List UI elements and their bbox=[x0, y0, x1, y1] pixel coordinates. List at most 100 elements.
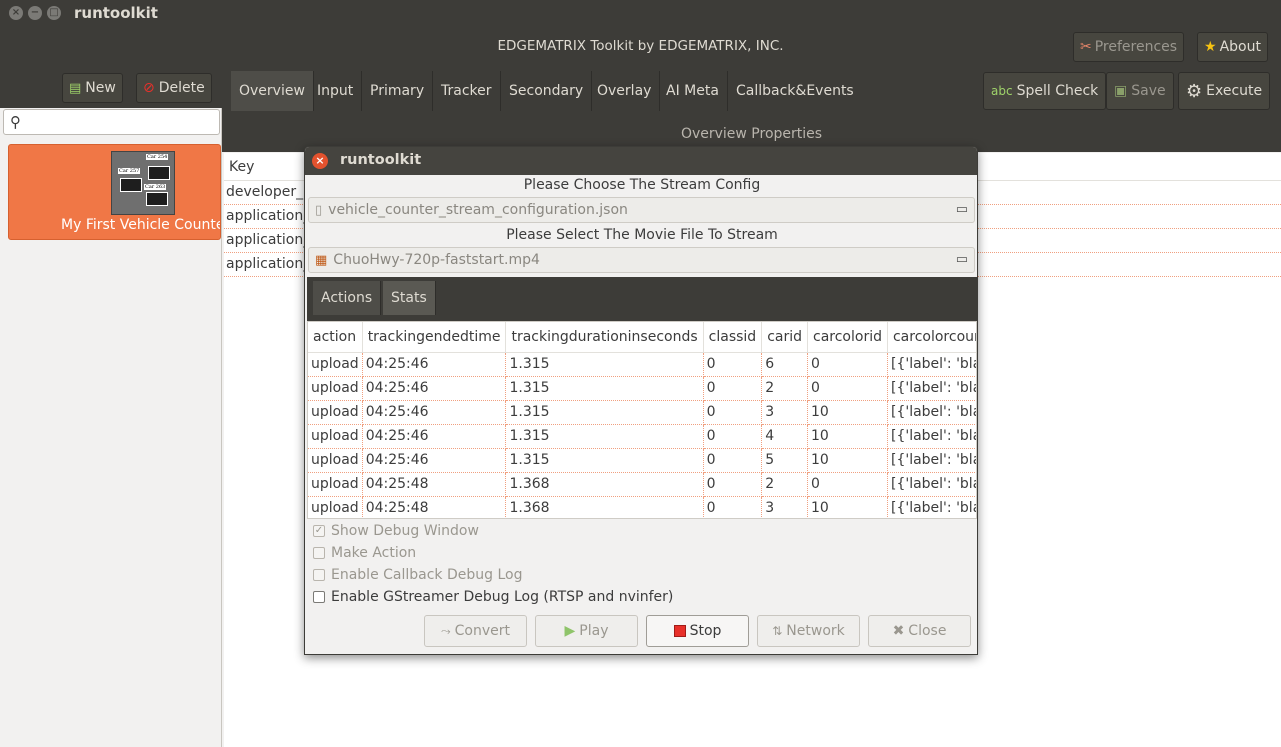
window-maximize-icon[interactable]: □ bbox=[47, 6, 61, 20]
column-header[interactable]: trackingdurationinseconds bbox=[505, 322, 704, 353]
tab-input[interactable]: Input bbox=[309, 71, 363, 111]
table-cell: [{'label': 'blac bbox=[887, 400, 976, 425]
table-cell: 3 bbox=[761, 496, 808, 518]
window-minimize-icon[interactable]: − bbox=[28, 6, 42, 20]
thumb-car bbox=[148, 166, 170, 180]
tab-stats[interactable]: Stats bbox=[383, 281, 436, 315]
project-card[interactable]: Car 254 Car 257 Car 263 My First Vehicle… bbox=[8, 144, 221, 240]
column-header[interactable]: carcolorid bbox=[807, 322, 888, 353]
open-file-icon[interactable]: ▭ bbox=[956, 202, 968, 217]
tab-actions[interactable]: Actions bbox=[313, 281, 382, 315]
table-row[interactable]: upload04:25:461.3150410[{'label': 'blac bbox=[308, 424, 976, 449]
tab-callback-events[interactable]: Callback&Events bbox=[728, 71, 862, 111]
thumb-tag: Car 257 bbox=[118, 168, 141, 174]
movie-file-chooser[interactable]: ▦ ChuoHwy-720p-faststart.mp4 ▭ bbox=[308, 247, 975, 273]
tab-tracker[interactable]: Tracker bbox=[433, 71, 501, 111]
gears-icon: ⚙ bbox=[1186, 80, 1203, 102]
table-row[interactable]: upload04:25:481.3680310[{'label': 'blac bbox=[308, 496, 976, 518]
table-cell: 04:25:46 bbox=[362, 424, 507, 449]
tab-secondary[interactable]: Secondary bbox=[501, 71, 593, 111]
sidebar-toolbar: ▤ New ⊘ Delete bbox=[0, 66, 222, 108]
table-cell: 0 bbox=[703, 376, 763, 401]
table-row[interactable]: upload04:25:481.368020[{'label': 'blac bbox=[308, 472, 976, 497]
table-cell: 0 bbox=[703, 448, 763, 473]
play-button[interactable]: ▶ Play bbox=[535, 615, 638, 647]
table-cell: [{'label': 'blac bbox=[887, 352, 976, 377]
spell-check-button[interactable]: abc Spell Check bbox=[983, 72, 1107, 110]
column-header[interactable]: classid bbox=[703, 322, 763, 353]
actions-table: action trackingendedtime trackingduratio… bbox=[307, 321, 977, 519]
table-cell: upload bbox=[308, 376, 363, 401]
stream-config-label: Please Choose The Stream Config bbox=[523, 177, 761, 193]
table-cell: 04:25:46 bbox=[362, 400, 507, 425]
table-cell: upload bbox=[308, 352, 363, 377]
table-header-row: action trackingendedtime trackingduratio… bbox=[308, 322, 976, 353]
stop-button[interactable]: Stop bbox=[646, 615, 749, 647]
about-button[interactable]: ★ About bbox=[1197, 32, 1268, 62]
table-cell: [{'label': 'blac bbox=[887, 448, 976, 473]
thumb-car bbox=[120, 178, 142, 192]
callback-debug-checkbox[interactable]: Enable Callback Debug Log bbox=[313, 567, 523, 583]
project-name: My First Vehicle Counter bbox=[61, 217, 221, 233]
tab-overview[interactable]: Overview bbox=[231, 71, 314, 111]
execute-button[interactable]: ⚙ Execute bbox=[1178, 72, 1271, 110]
table-cell: 3 bbox=[761, 400, 808, 425]
table-cell: 1.315 bbox=[505, 424, 704, 449]
table-cell: 6 bbox=[761, 352, 808, 377]
convert-button[interactable]: ⤳ Convert bbox=[424, 615, 527, 647]
film-icon: ▦ bbox=[315, 252, 328, 268]
show-debug-window-checkbox[interactable]: ✓ Show Debug Window bbox=[313, 523, 479, 539]
network-button[interactable]: ⇅ Network bbox=[757, 615, 860, 647]
project-sidebar: ▤ New ⊘ Delete ⚲ Car 254 Car 257 Car 263… bbox=[0, 66, 222, 747]
dialog-close-icon[interactable]: × bbox=[312, 153, 328, 169]
close-button[interactable]: ✖ Close bbox=[868, 615, 971, 647]
preferences-button[interactable]: ✂ Preferences bbox=[1073, 32, 1185, 62]
save-button[interactable]: ▣ Save bbox=[1106, 72, 1174, 110]
column-header[interactable]: carcolorcour bbox=[887, 322, 976, 353]
open-file-icon[interactable]: ▭ bbox=[956, 252, 968, 267]
spell-check-icon: abc bbox=[991, 84, 1013, 98]
checkbox-icon bbox=[313, 591, 325, 603]
tab-overlay[interactable]: Overlay bbox=[589, 71, 661, 111]
table-row[interactable]: upload04:25:461.3150310[{'label': 'blac bbox=[308, 400, 976, 425]
stream-config-chooser[interactable]: ▯ vehicle_counter_stream_configuration.j… bbox=[308, 197, 975, 223]
table-cell: 04:25:46 bbox=[362, 448, 507, 473]
window-close-icon[interactable]: × bbox=[9, 6, 23, 20]
table-cell: 0 bbox=[703, 496, 763, 518]
tab-ai-meta[interactable]: AI Meta bbox=[658, 71, 728, 111]
table-row[interactable]: upload04:25:461.315060[{'label': 'blac bbox=[308, 352, 976, 377]
dialog-titlebar: × runtoolkit bbox=[305, 147, 977, 175]
delete-project-button[interactable]: ⊘ Delete bbox=[136, 73, 212, 103]
make-action-checkbox[interactable]: Make Action bbox=[313, 545, 416, 561]
table-cell: 2 bbox=[761, 376, 808, 401]
thumb-tag: Car 263 bbox=[144, 184, 167, 190]
table-cell: 1.315 bbox=[505, 400, 704, 425]
section-title: Overview Properties bbox=[680, 126, 823, 142]
table-cell: 5 bbox=[761, 448, 808, 473]
table-cell: 0 bbox=[807, 376, 888, 401]
no-entry-icon: ⊘ bbox=[143, 80, 155, 96]
gstreamer-debug-checkbox[interactable]: Enable GStreamer Debug Log (RTSP and nvi… bbox=[313, 589, 673, 605]
tab-primary[interactable]: Primary bbox=[362, 71, 434, 111]
column-header[interactable]: trackingendedtime bbox=[362, 322, 507, 353]
new-project-button[interactable]: ▤ New bbox=[62, 73, 123, 103]
table-row[interactable]: upload04:25:461.315020[{'label': 'blac bbox=[308, 376, 976, 401]
table-cell: 2 bbox=[761, 472, 808, 497]
table-cell: [{'label': 'blac bbox=[887, 424, 976, 449]
table-cell: 1.368 bbox=[505, 496, 704, 518]
convert-icon: ⤳ bbox=[441, 623, 451, 638]
play-icon: ▶ bbox=[564, 623, 576, 639]
table-cell: 10 bbox=[807, 496, 888, 518]
document-icon: ▯ bbox=[315, 202, 323, 218]
app-header: EDGEMATRIX Toolkit by EDGEMATRIX, INC. ✂… bbox=[0, 26, 1281, 66]
table-row[interactable]: upload04:25:461.3150510[{'label': 'blac bbox=[308, 448, 976, 473]
stream-dialog: × runtoolkit Please Choose The Stream Co… bbox=[304, 146, 978, 655]
project-search-input[interactable]: ⚲ bbox=[3, 109, 220, 135]
project-thumbnail: Car 254 Car 257 Car 263 bbox=[111, 151, 175, 215]
column-header[interactable]: action bbox=[308, 322, 363, 353]
movie-label: Please Select The Movie File To Stream bbox=[506, 227, 778, 243]
checkbox-icon bbox=[313, 569, 325, 581]
column-header[interactable]: carid bbox=[761, 322, 808, 353]
table-cell: 0 bbox=[807, 472, 888, 497]
table-cell: upload bbox=[308, 472, 363, 497]
